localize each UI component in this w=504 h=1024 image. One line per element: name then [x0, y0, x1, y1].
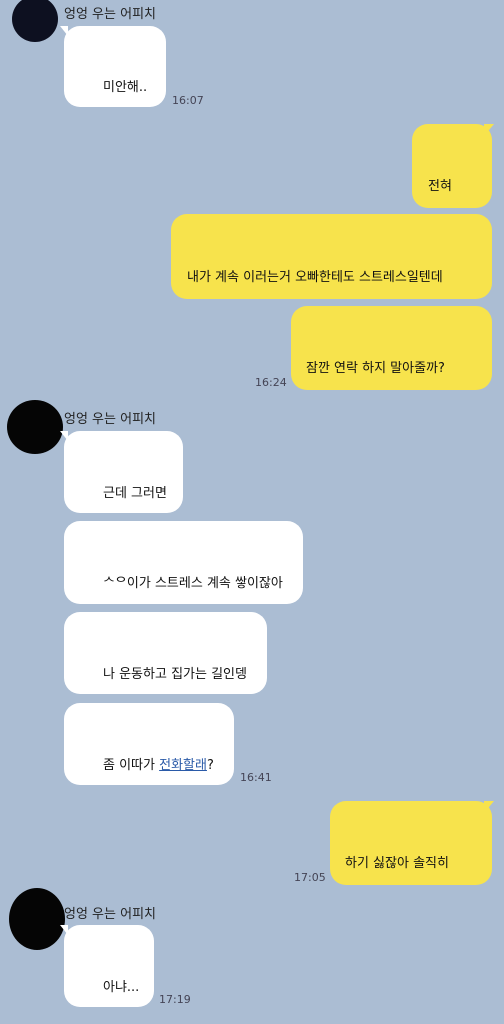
contact-avatar[interactable] [12, 0, 58, 42]
message-text-part: 좀 이따가 [103, 758, 160, 773]
sender-name: 엉엉 우는 어피치 [64, 907, 156, 922]
message-bubble[interactable]: 나 운동하고 집가는 길인뎅 [64, 612, 267, 694]
message-text: 잠깐 연락 하지 말아줄까? [306, 361, 445, 376]
message-time: 17:19 [159, 993, 191, 1006]
message-bubble[interactable]: 전혀 [412, 124, 492, 208]
contact-avatar[interactable] [9, 888, 65, 950]
sender-name: 엉엉 우는 어피치 [64, 7, 156, 22]
message-bubble[interactable]: 좀 이따가 전화할래? [64, 703, 234, 785]
message-text-part: ? [206, 758, 214, 773]
bubble-tail [60, 26, 68, 36]
bubble-tail [484, 124, 494, 136]
message-bubble[interactable]: 아냐... [64, 925, 154, 1007]
message-bubble[interactable]: 미안해.. [64, 26, 166, 107]
message-text: 내가 계속 이러는거 오빠한테도 스트레스일텐데 [187, 270, 443, 285]
bubble-tail [60, 431, 68, 441]
message-time: 16:07 [172, 94, 204, 107]
message-bubble[interactable]: ᄉᄋ이가 스트레스 계속 쌓이잖아 [64, 521, 303, 604]
contact-avatar[interactable] [7, 400, 63, 454]
sender-name: 엉엉 우는 어피치 [64, 412, 156, 427]
message-time: 17:05 [294, 871, 326, 884]
message-bubble[interactable]: 근데 그러면 [64, 431, 183, 513]
message-bubble[interactable]: 잠깐 연락 하지 말아줄까? [291, 306, 492, 390]
message-text: 나 운동하고 집가는 길인뎅 [103, 667, 247, 682]
message-time: 16:41 [240, 771, 272, 784]
message-text: 아냐... [103, 980, 140, 995]
bubble-tail [60, 925, 68, 935]
message-text: 전혀 [428, 179, 452, 194]
message-text: ᄉᄋ이가 스트레스 계속 쌓이잖아 [103, 576, 283, 591]
message-text: 하기 싫잖아 솔직히 [345, 856, 449, 871]
phone-link[interactable]: 전화할래 [159, 758, 207, 773]
bubble-tail [484, 801, 494, 813]
message-bubble[interactable]: 하기 싫잖아 솔직히 [330, 801, 492, 885]
message-text: 미안해.. [103, 80, 148, 95]
message-text: 근데 그러면 [103, 486, 167, 501]
message-time: 16:24 [255, 376, 287, 389]
message-text: 좀 이따가 전화할래? [103, 758, 234, 774]
message-bubble[interactable]: 내가 계속 이러는거 오빠한테도 스트레스일텐데 [171, 214, 492, 299]
